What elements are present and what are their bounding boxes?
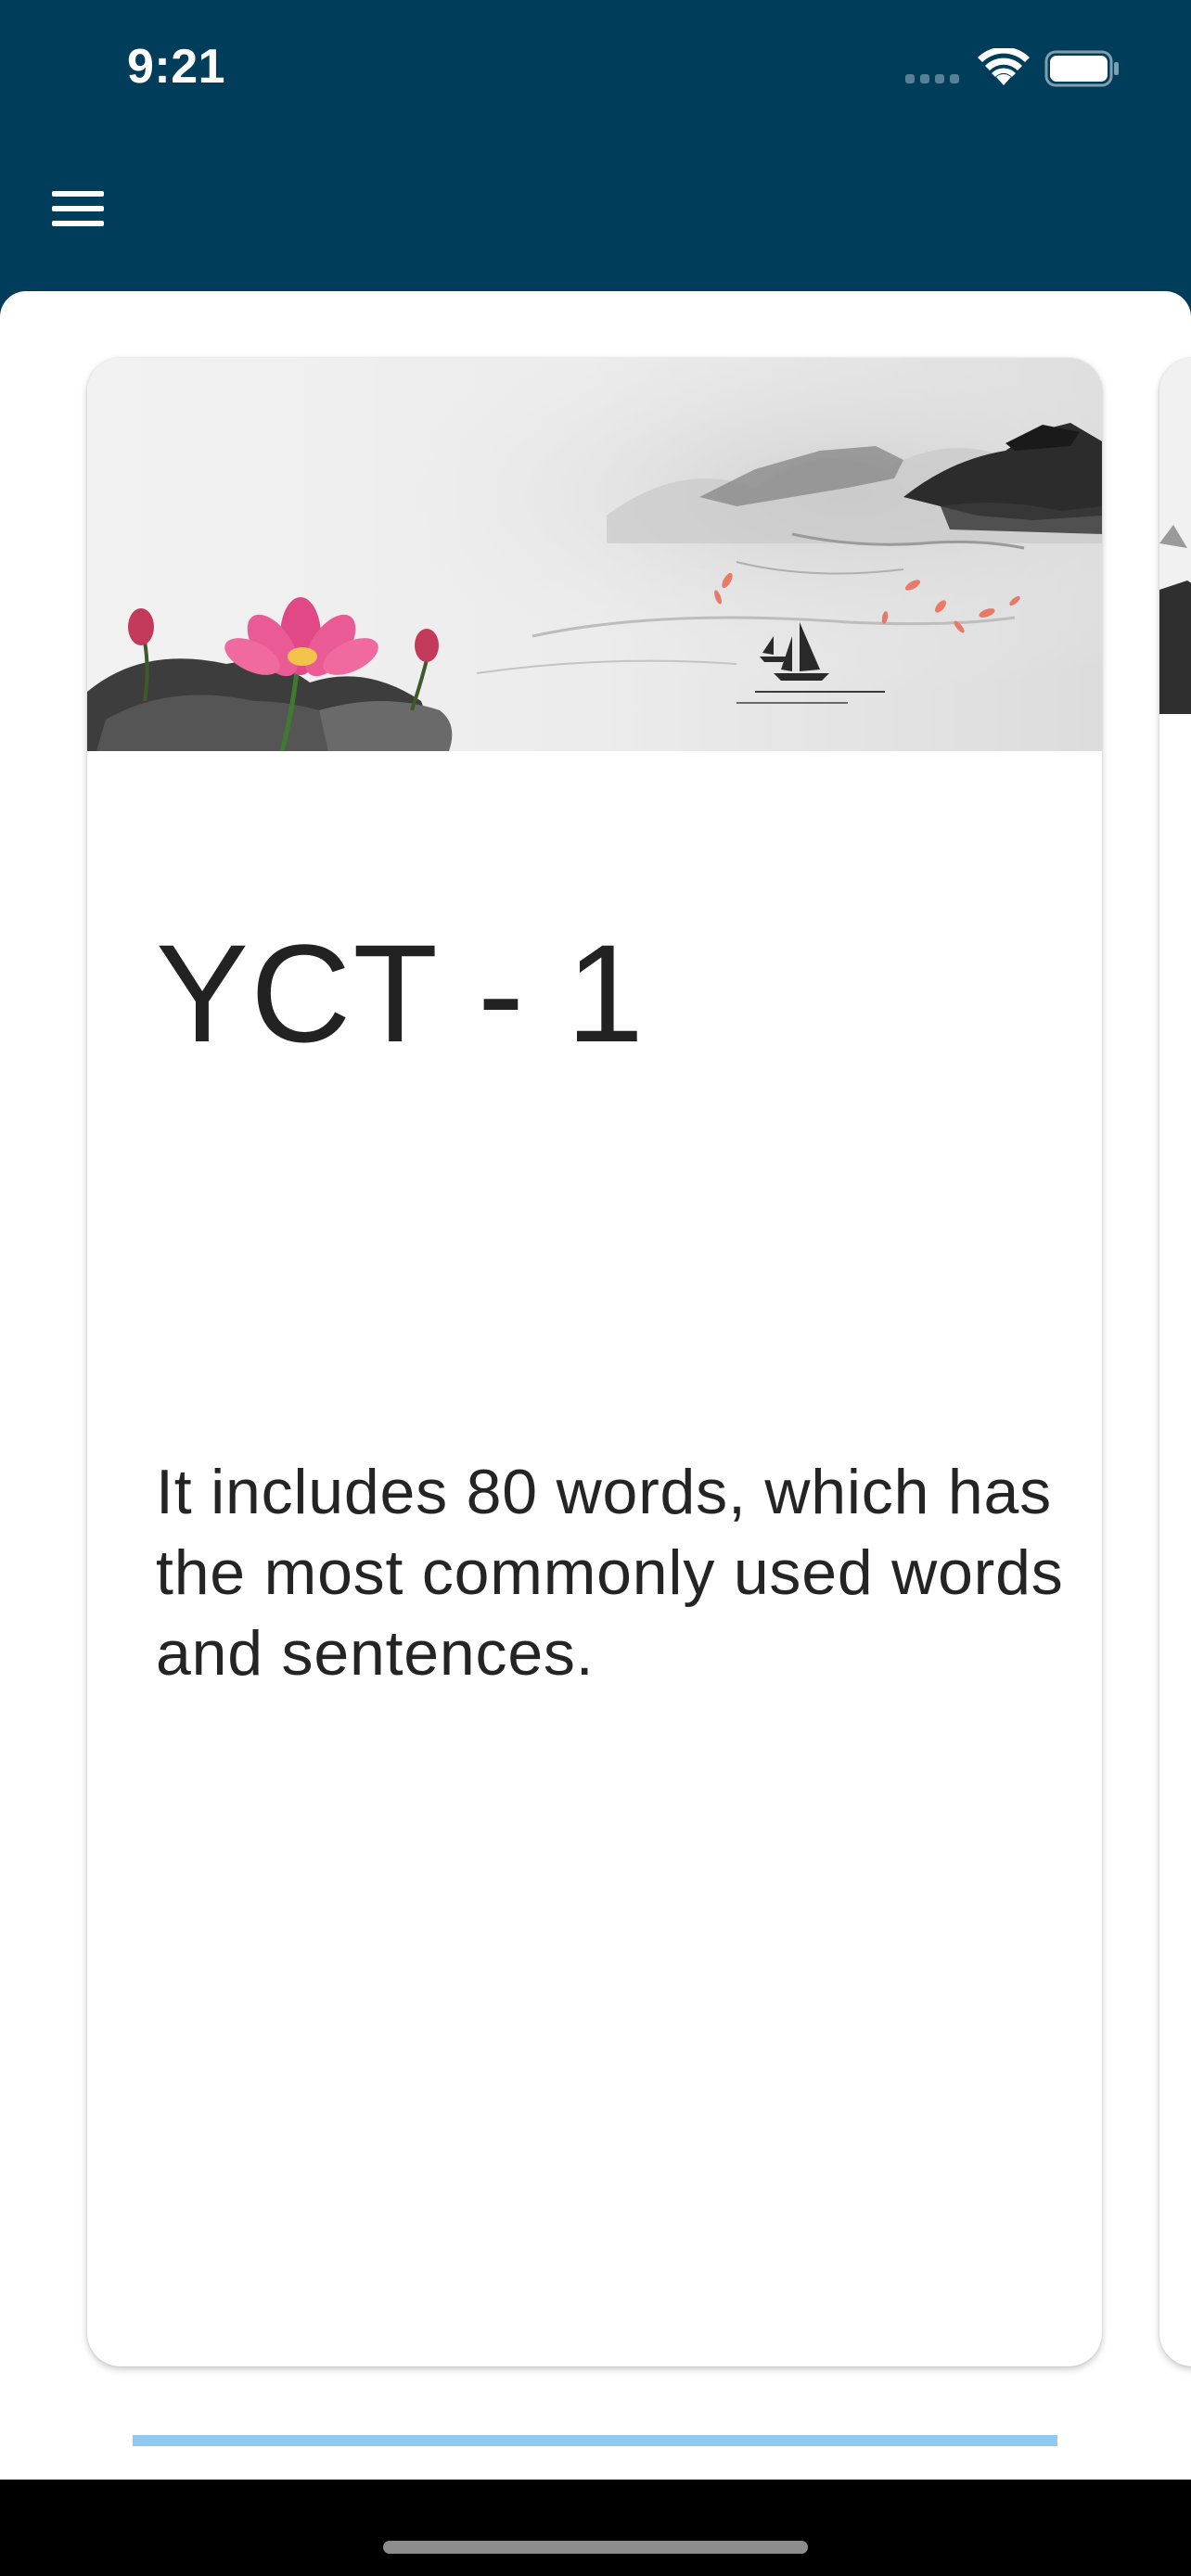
card-description: It includes 80 words, which has the most… <box>156 1457 1064 1689</box>
app-screen: 9:21 YCT - 1 It includes 80 words, which… <box>0 0 1191 2576</box>
wifi-icon <box>978 48 1030 85</box>
cellular-signal-icon <box>905 74 961 85</box>
course-card[interactable]: YCT - 1 It includes 80 words, which has … <box>87 358 1102 2366</box>
content-sheet: YCT - 1 It includes 80 words, which has … <box>0 291 1191 2480</box>
home-indicator[interactable] <box>383 2541 808 2554</box>
bottom-bar <box>0 2480 1191 2576</box>
next-course-card[interactable] <box>1159 358 1191 2366</box>
menu-button[interactable] <box>37 174 121 239</box>
hamburger-menu-icon-bar <box>52 221 104 226</box>
card-banner-image <box>87 358 1102 751</box>
hamburger-menu-icon <box>52 191 104 197</box>
hamburger-menu-icon-bar <box>52 206 104 211</box>
page-indicator <box>133 2435 1057 2446</box>
battery-icon <box>1044 50 1119 87</box>
status-time: 9:21 <box>127 40 226 94</box>
next-card-banner-image <box>1159 358 1191 714</box>
status-bar: 9:21 <box>0 0 1191 139</box>
card-title: YCT - 1 <box>156 915 647 1071</box>
